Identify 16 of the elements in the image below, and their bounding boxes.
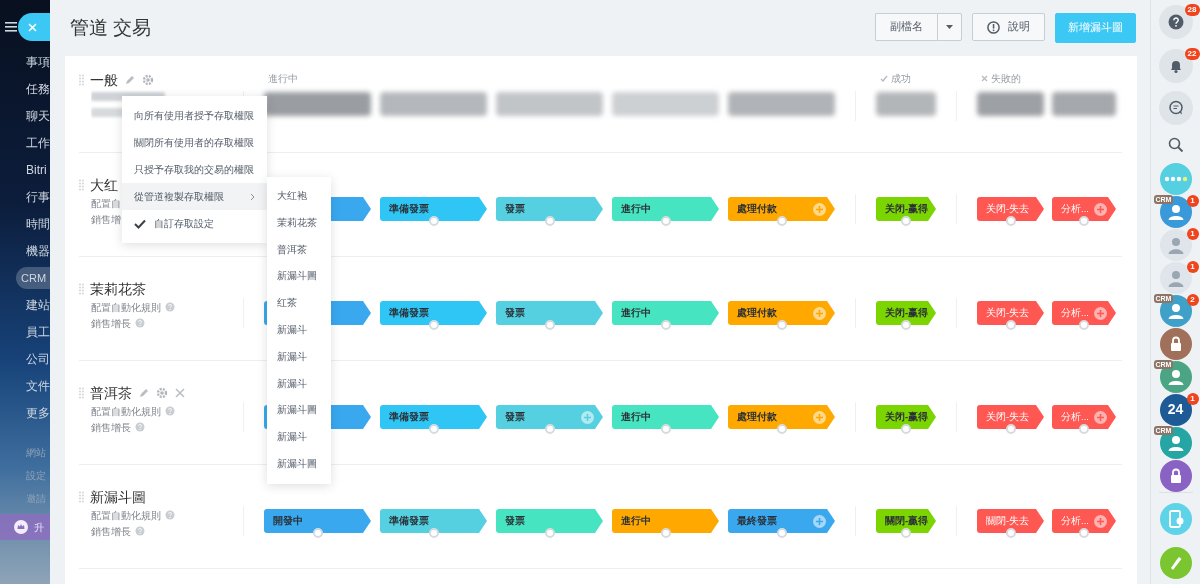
count-badge: 28 (1184, 4, 1200, 16)
count-badge: 1 (1186, 227, 1199, 240)
column-header: 失敗的 (991, 71, 1021, 86)
pipeline-title: 大红 (90, 175, 118, 195)
pipeline-title: 普洱茶 (90, 383, 132, 403)
pipeline-title: 新漏斗圖 (90, 487, 146, 507)
column-header: 進行中 (268, 71, 298, 86)
count-badge: 1 (1186, 260, 1199, 273)
count-badge: 1 (1186, 392, 1199, 405)
count-badge: 2 (1186, 293, 1199, 306)
page-title: 管道 交易 (70, 16, 152, 40)
column-header: 成功 (891, 71, 911, 86)
count-badge: 1 (1186, 194, 1199, 207)
count-badge: 22 (1184, 48, 1200, 60)
pipeline-title: 一般 (90, 70, 118, 90)
pipeline-title: 茉莉花茶 (90, 279, 146, 299)
